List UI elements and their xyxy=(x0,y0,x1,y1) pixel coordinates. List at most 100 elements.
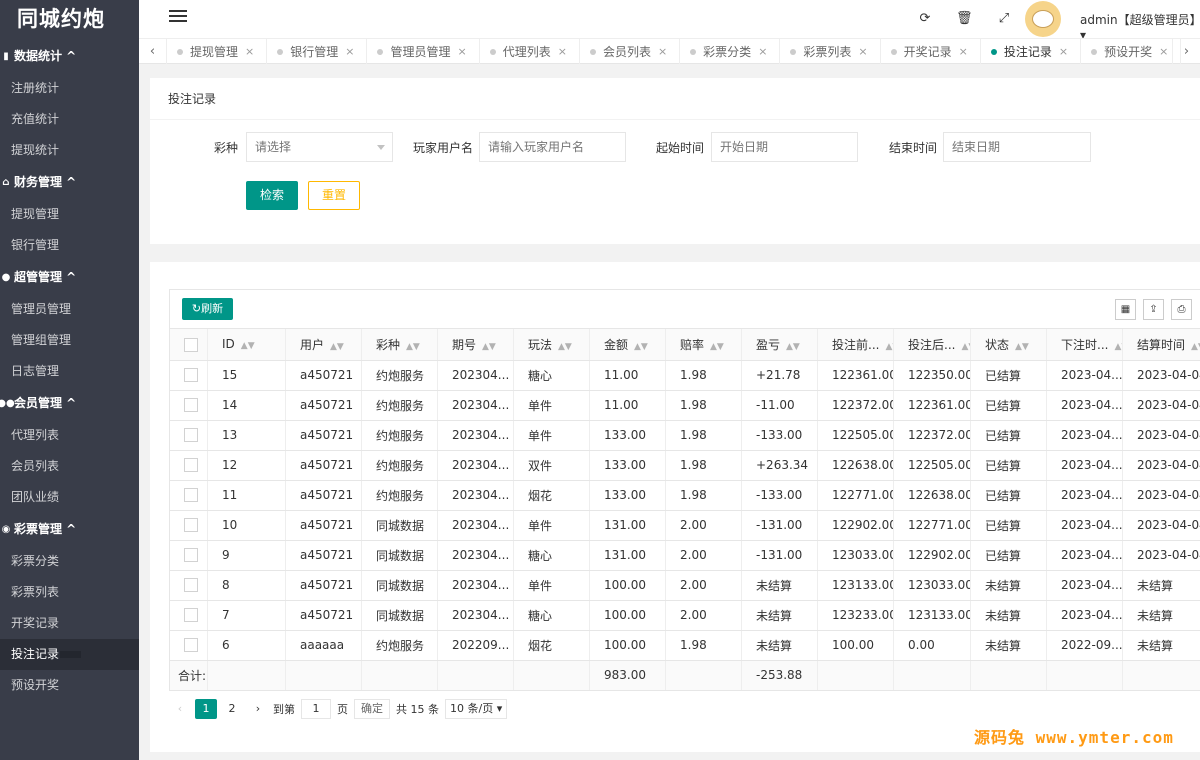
table-row[interactable]: 12 a450721 约炮服务 202304... 双件 133.00 1.98 +263.3… xyxy=(169,450,1200,481)
row-checkbox-cell[interactable] xyxy=(169,480,208,511)
sidebar-item[interactable]: 彩票分类 xyxy=(0,546,139,577)
column-header[interactable]: 赔率 ▲▼ xyxy=(665,329,742,361)
search-button[interactable]: 检索 xyxy=(246,181,298,210)
table-row[interactable]: 11 a450721 约炮服务 202304... 烟花 133.00 1.98 -133.0… xyxy=(169,480,1200,511)
sidebar-item[interactable]: 注册统计 xyxy=(0,73,139,104)
tab-item[interactable]: 预设开奖 × xyxy=(1081,39,1182,64)
sort-icon[interactable]: ▲▼ xyxy=(406,342,420,352)
sidebar-item[interactable]: 代理列表 xyxy=(0,420,139,451)
lottery-select[interactable]: 请选择 xyxy=(246,132,393,162)
row-checkbox-cell[interactable] xyxy=(169,510,208,541)
checkbox[interactable] xyxy=(184,368,198,383)
close-icon[interactable]: × xyxy=(1059,40,1068,64)
tab-item[interactable]: 代理列表 × xyxy=(480,39,580,64)
row-checkbox-cell[interactable] xyxy=(169,420,208,451)
reset-button[interactable]: 重置 xyxy=(308,181,360,210)
close-icon[interactable]: × xyxy=(959,40,968,64)
tab-item[interactable]: 开奖记录 × xyxy=(881,39,981,64)
sort-icon[interactable]: ▲▼ xyxy=(330,342,344,352)
close-icon[interactable]: × xyxy=(245,40,254,64)
row-checkbox-cell[interactable] xyxy=(169,570,208,601)
avatar[interactable] xyxy=(1025,1,1061,37)
row-checkbox-cell[interactable] xyxy=(169,390,208,421)
sidebar-item[interactable]: 提现统计 xyxy=(0,135,139,166)
refresh-button[interactable]: ↻刷新 xyxy=(182,298,233,320)
sort-icon[interactable]: ▲▼ xyxy=(241,341,255,351)
select-all-checkbox[interactable] xyxy=(169,329,208,361)
tab-scroll-left-icon[interactable]: ‹ xyxy=(139,39,167,64)
tab-scroll-right-icon[interactable]: › xyxy=(1172,39,1200,64)
checkbox[interactable] xyxy=(184,488,198,503)
column-header[interactable]: 状态 ▲▼ xyxy=(970,329,1047,361)
sidebar-item[interactable]: 提现管理 xyxy=(0,199,139,230)
menu-toggle-icon[interactable] xyxy=(169,10,187,24)
tab-item[interactable]: 彩票列表 × xyxy=(780,39,881,64)
sidebar-item[interactable]: 投注记录 xyxy=(0,639,139,670)
checkbox[interactable] xyxy=(184,458,198,473)
column-header[interactable]: 投注前... ▲▼ xyxy=(817,329,894,361)
checkbox[interactable] xyxy=(184,608,198,623)
sort-icon[interactable]: ▲▼ xyxy=(1015,342,1029,352)
table-row[interactable]: 14 a450721 约炮服务 202304... 单件 11.00 1.98 -11.00 1… xyxy=(169,390,1200,421)
sidebar-item[interactable]: 开奖记录 xyxy=(0,608,139,639)
page-1-button[interactable]: 1 xyxy=(195,699,217,719)
checkbox[interactable] xyxy=(184,578,198,593)
column-header[interactable]: 结算时间 ▲▼ xyxy=(1122,329,1200,361)
sort-icon[interactable]: ▲▼ xyxy=(710,342,724,352)
column-header[interactable]: 投注后... ▲▼ xyxy=(893,329,971,361)
goto-confirm-button[interactable]: 确定 xyxy=(354,699,390,719)
sidebar-item[interactable]: 日志管理 xyxy=(0,356,139,387)
column-header[interactable]: 盈亏 ▲▼ xyxy=(741,329,818,361)
table-row[interactable]: 9 a450721 同城数据 202304... 糖心 131.00 2.00 -131.00… xyxy=(169,540,1200,571)
table-row[interactable]: 6 aaaaaa 约炮服务 202209... 烟花 100.00 1.98 未结算 100.0… xyxy=(169,630,1200,661)
column-header[interactable]: 金额 ▲▼ xyxy=(589,329,666,361)
next-page-icon[interactable]: › xyxy=(247,699,269,719)
columns-icon[interactable]: ▦ xyxy=(1115,299,1136,320)
column-header[interactable]: 玩法 ▲▼ xyxy=(513,329,590,361)
close-icon[interactable]: × xyxy=(658,40,667,64)
prev-page-icon[interactable]: ‹ xyxy=(169,699,191,719)
row-checkbox-cell[interactable] xyxy=(169,600,208,631)
end-date-input[interactable]: 结束日期 xyxy=(943,132,1091,162)
sidebar-item[interactable]: 银行管理 xyxy=(0,230,139,261)
sort-icon[interactable]: ▲▼ xyxy=(558,342,572,352)
row-checkbox-cell[interactable] xyxy=(169,630,208,661)
goto-page-input[interactable]: 1 xyxy=(301,699,331,719)
table-row[interactable]: 7 a450721 同城数据 202304... 糖心 100.00 2.00 未结算 1232… xyxy=(169,600,1200,631)
table-row[interactable]: 13 a450721 约炮服务 202304... 单件 133.00 1.98 -133.0… xyxy=(169,420,1200,451)
row-checkbox-cell[interactable] xyxy=(169,450,208,481)
print-icon[interactable]: ⎙ xyxy=(1171,299,1192,320)
close-icon[interactable]: × xyxy=(345,40,354,64)
column-header[interactable]: 用户 ▲▼ xyxy=(285,329,362,361)
tab-item[interactable]: 管理员管理 × xyxy=(367,39,480,64)
sidebar-item[interactable]: 管理组管理 xyxy=(0,325,139,356)
page-size-select[interactable]: 10 条/页 ▾ xyxy=(445,699,508,719)
table-row[interactable]: 10 a450721 同城数据 202304... 单件 131.00 2.00 -131.0… xyxy=(169,510,1200,541)
row-checkbox-cell[interactable] xyxy=(169,540,208,571)
sidebar-item[interactable]: 充值统计 xyxy=(0,104,139,135)
fullscreen-icon[interactable]: ⤢ xyxy=(996,11,1012,26)
sidebar-item[interactable]: 会员列表 xyxy=(0,451,139,482)
close-icon[interactable]: × xyxy=(758,40,767,64)
sort-icon[interactable]: ▲▼ xyxy=(961,342,969,352)
sidebar-item[interactable]: 预设开奖 xyxy=(0,670,139,701)
tab-item[interactable]: 会员列表 × xyxy=(580,39,681,64)
sort-icon[interactable]: ▲▼ xyxy=(786,342,800,352)
checkbox[interactable] xyxy=(184,398,198,413)
sidebar-item[interactable]: 管理员管理 xyxy=(0,294,139,325)
sidebar-item[interactable]: 彩票列表 xyxy=(0,577,139,608)
sort-icon[interactable]: ▲▼ xyxy=(482,342,496,352)
trash-icon[interactable]: 🗑 xyxy=(956,11,973,26)
sidebar-item[interactable]: 团队业绩 xyxy=(0,482,139,513)
sort-icon[interactable]: ▲▼ xyxy=(1191,342,1199,352)
start-date-input[interactable]: 开始日期 xyxy=(711,132,858,162)
column-header[interactable]: 彩种 ▲▼ xyxy=(361,329,438,361)
sidebar-group-2[interactable]: ● 超管管理 ^ xyxy=(0,261,139,294)
sort-icon[interactable]: ▲▼ xyxy=(634,342,648,352)
checkbox[interactable] xyxy=(184,428,198,443)
checkbox[interactable] xyxy=(184,518,198,533)
table-row[interactable]: 15 a450721 约炮服务 202304... 糖心 11.00 1.98 +21.78 1… xyxy=(169,360,1200,391)
table-row[interactable]: 8 a450721 同城数据 202304... 单件 100.00 2.00 未结算 1231… xyxy=(169,570,1200,601)
sidebar-group-1[interactable]: ⌂ 财务管理 ^ xyxy=(0,166,139,199)
page-2-button[interactable]: 2 xyxy=(221,699,243,719)
